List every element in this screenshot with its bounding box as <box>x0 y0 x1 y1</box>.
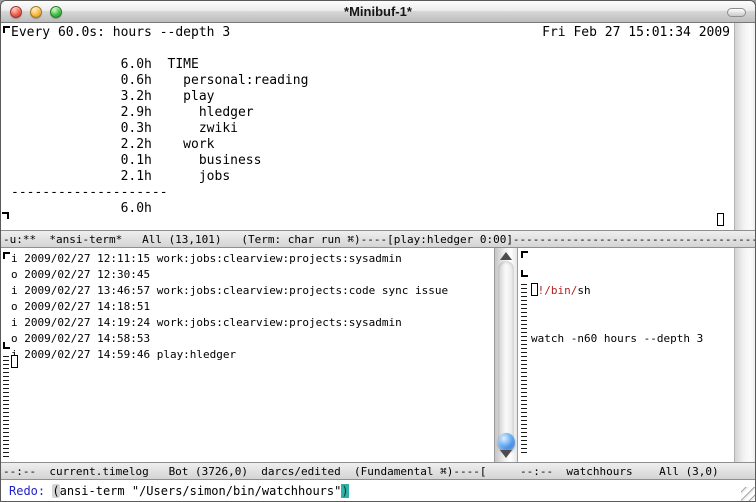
timelog-window[interactable]: i 2009/02/27 12:11:15 work:jobs:clearvie… <box>1 248 494 462</box>
emacs-frame: *Minibuf-1* Every 60.0s: hours --depth 3… <box>0 0 756 502</box>
timelog-hollow-cursor <box>11 355 18 368</box>
buffer-top-indicator-icon <box>3 252 10 259</box>
minibuffer-command-text: ansi-term "/Users/simon/bin/watchhours" <box>60 484 342 498</box>
resize-grip-icon[interactable] <box>741 487 755 501</box>
script-hollow-cursor <box>531 283 538 296</box>
term-hollow-cursor <box>717 213 724 226</box>
buffer-end-indicator-icon <box>3 342 10 349</box>
buffer-top-indicator-icon <box>3 26 10 33</box>
empty-lines-indicator <box>521 284 527 456</box>
timelog-mode-line[interactable]: --:-- current.timelog Bot (3726,0) darcs… <box>1 462 518 480</box>
shebang-line: #!/bin/sh <box>531 283 703 299</box>
script-mode-line[interactable]: --:-- watchhours All (3,0) <box>518 462 756 480</box>
redo-prompt: Redo: <box>9 484 52 498</box>
buffer-top-indicator-icon <box>521 251 528 258</box>
script-body-line: watch -n60 hours --depth 3 <box>531 331 703 347</box>
buffer-end-indicator-icon <box>2 212 9 219</box>
script-scrollbar-track[interactable] <box>734 248 756 462</box>
buffer-end-indicator-icon <box>521 270 528 277</box>
window-title: *Minibuf-1* <box>1 4 755 19</box>
timelog-entries-text: i 2009/02/27 12:11:15 work:jobs:clearvie… <box>11 251 448 363</box>
timelog-scrollbar[interactable] <box>494 248 518 462</box>
minibuffer-cursor: ) <box>341 484 348 498</box>
open-paren-highlight: ( <box>52 484 59 498</box>
watch-date-text: Fri Feb 27 15:01:34 2009 <box>542 25 730 41</box>
term-window[interactable]: Every 60.0s: hours --depth 3 Fri Feb 27 … <box>1 23 734 230</box>
script-code-text: #!/bin/sh watch -n60 hours --depth 3 <box>531 251 703 379</box>
scroll-down-arrow-icon[interactable] <box>500 450 512 458</box>
title-bar[interactable]: *Minibuf-1* <box>1 1 755 23</box>
term-mode-line[interactable]: -u:** *ansi-term* All (13,101) (Term: ch… <box>1 230 756 248</box>
empty-lines-indicator <box>3 356 9 458</box>
toolbar-toggle-button[interactable] <box>727 8 746 17</box>
minibuffer-line: Redo: (ansi-term "/Users/simon/bin/watch… <box>9 482 349 500</box>
minibuffer[interactable]: Redo: (ansi-term "/Users/simon/bin/watch… <box>1 480 756 502</box>
scrollbar-track[interactable] <box>498 261 514 449</box>
script-window[interactable]: #!/bin/sh watch -n60 hours --depth 3 <box>518 248 734 462</box>
scroll-up-arrow-icon[interactable] <box>500 252 512 260</box>
watch-command-text: Every 60.0s: hours --depth 3 <box>11 25 230 41</box>
shebang-interpreter-text: sh <box>577 284 590 297</box>
hours-report-text: 6.0h TIME 0.6h personal:reading 3.2h pla… <box>11 57 308 217</box>
term-scrollbar-track[interactable] <box>734 23 756 230</box>
